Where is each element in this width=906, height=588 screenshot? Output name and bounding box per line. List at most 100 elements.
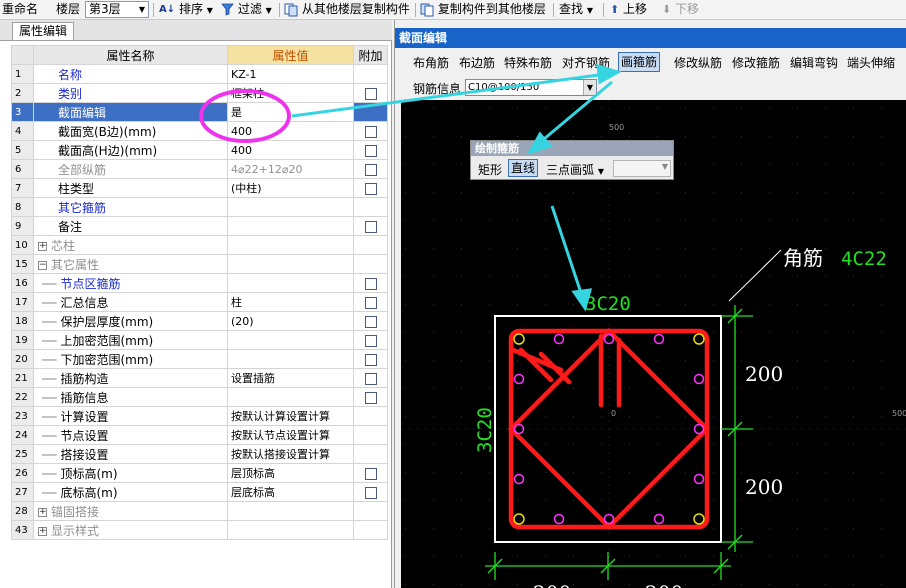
extra-checkbox[interactable]	[364, 486, 377, 499]
corner-bar[interactable]	[513, 513, 525, 525]
table-row[interactable]: 4 截面宽(B边)(mm) 400	[11, 121, 388, 141]
tool-end-extend[interactable]: 端头伸缩	[847, 54, 895, 71]
table-row[interactable]: 9 备注	[11, 216, 388, 236]
rebar-info-input[interactable]	[465, 79, 597, 96]
property-value[interactable]: 设置插筋	[227, 368, 354, 388]
table-row[interactable]: 25 ── 搭接设置 按默认搭接设置计算	[11, 444, 388, 464]
property-value[interactable]: 按默认计算设置计算	[227, 406, 354, 426]
property-value[interactable]	[227, 216, 354, 236]
collapse-icon[interactable]: −	[38, 260, 47, 270]
property-value[interactable]: (中柱)	[227, 178, 354, 198]
edge-bar[interactable]	[603, 513, 615, 525]
tool-edge-bar[interactable]: 布边筋	[459, 54, 495, 71]
property-value[interactable]	[227, 520, 354, 540]
expand-icon[interactable]: +	[38, 241, 47, 251]
tool-special-bar[interactable]: 特殊布筋	[504, 54, 552, 71]
table-row[interactable]: 1 名称 KZ-1	[11, 64, 388, 84]
table-row[interactable]: 21 ── 插筋构造 设置插筋	[11, 368, 388, 388]
table-row[interactable]: 20 ── 下加密范围(mm)	[11, 349, 388, 369]
extra-checkbox[interactable]	[364, 125, 377, 138]
extra-checkbox[interactable]	[364, 334, 377, 347]
extra-checkbox[interactable]	[364, 467, 377, 480]
table-row[interactable]: 10 + 芯柱	[11, 235, 388, 255]
chevron-down-icon[interactable]: ▼	[583, 80, 596, 95]
table-row[interactable]: 3 截面编辑 是	[11, 102, 388, 122]
filter-button[interactable]: 过滤 ▼	[221, 0, 272, 20]
edge-bar[interactable]	[513, 473, 525, 485]
table-row[interactable]: 24 ── 节点设置 按默认节点设置计算	[11, 425, 388, 445]
extra-checkbox[interactable]	[364, 182, 377, 195]
property-value[interactable]: 4⌀22+12⌀20	[227, 159, 354, 179]
table-row[interactable]: 43 + 显示样式	[11, 520, 388, 540]
property-value[interactable]	[227, 235, 354, 255]
table-row[interactable]: 6 全部纵筋 4⌀22+12⌀20	[11, 159, 388, 179]
table-row[interactable]: 26 ── 顶标高(m) 层顶标高	[11, 463, 388, 483]
property-value[interactable]	[227, 273, 354, 293]
table-row[interactable]: 19 ── 上加密范围(mm)	[11, 330, 388, 350]
tool-corner-bar[interactable]: 布角筋	[413, 54, 449, 71]
tool-edit-hook[interactable]: 编辑弯钩	[790, 54, 838, 71]
table-row[interactable]: 15− 其它属性	[11, 254, 388, 274]
extra-checkbox[interactable]	[364, 353, 377, 366]
tool-modify-long-bar[interactable]: 修改纵筋	[674, 54, 722, 71]
extra-checkbox[interactable]	[364, 144, 377, 157]
table-row[interactable]: 22 ── 插筋信息	[11, 387, 388, 407]
property-value[interactable]: 层顶标高	[227, 463, 354, 483]
edge-bar[interactable]	[693, 373, 705, 385]
expand-icon[interactable]: +	[38, 526, 47, 536]
extra-checkbox[interactable]	[364, 277, 377, 290]
corner-bar[interactable]	[693, 333, 705, 345]
property-value[interactable]	[227, 330, 354, 350]
floor-select[interactable]: 第3层 ▼	[85, 1, 149, 18]
property-value[interactable]	[227, 197, 354, 217]
table-row[interactable]: 16 ── 节点区箍筋	[11, 273, 388, 293]
property-value[interactable]	[227, 501, 354, 521]
property-value[interactable]: KZ-1	[227, 64, 354, 84]
extra-checkbox[interactable]	[364, 220, 377, 233]
property-value[interactable]: 是	[227, 102, 354, 122]
draw-rect-button[interactable]: 矩形	[478, 161, 502, 178]
corner-bar[interactable]	[513, 333, 525, 345]
property-value[interactable]: 400	[227, 140, 354, 160]
property-value[interactable]: (20)	[227, 311, 354, 331]
edge-bar[interactable]	[653, 513, 665, 525]
tool-align-bar[interactable]: 对齐钢筋	[562, 54, 610, 71]
tool-draw-stirrup[interactable]: 画箍筋	[618, 52, 661, 72]
table-row[interactable]: 7 柱类型 (中柱)	[11, 178, 388, 198]
edge-bar[interactable]	[693, 473, 705, 485]
property-value[interactable]: 框架柱	[227, 83, 354, 103]
edge-bar[interactable]	[603, 333, 615, 345]
rename-button[interactable]: 重命名	[2, 0, 38, 20]
move-up-button[interactable]: ⬆ 上移	[610, 0, 647, 20]
table-row[interactable]: 2 类别 框架柱	[11, 83, 388, 103]
expand-icon[interactable]: +	[38, 507, 47, 517]
edge-bar[interactable]	[553, 333, 565, 345]
move-down-button[interactable]: ⬇ 下移	[662, 0, 699, 20]
table-row[interactable]: 5 截面高(H边)(mm) 400	[11, 140, 388, 160]
edge-bar[interactable]	[653, 333, 665, 345]
find-button[interactable]: 查找 ▼	[559, 0, 593, 20]
table-row[interactable]: 18 ── 保护层厚度(mm) (20)	[11, 311, 388, 331]
extra-checkbox[interactable]	[364, 87, 377, 100]
extra-checkbox[interactable]	[364, 315, 377, 328]
property-value[interactable]: 按默认节点设置计算	[227, 425, 354, 445]
tool-modify-stirrup[interactable]: 修改箍筋	[732, 54, 780, 71]
copy-from-floor-button[interactable]: 从其他楼层复制构件	[284, 0, 410, 20]
edge-bar[interactable]	[513, 373, 525, 385]
property-value[interactable]: 400	[227, 121, 354, 141]
table-row[interactable]: 27 ── 底标高(m) 层底标高	[11, 482, 388, 502]
property-value[interactable]	[227, 254, 354, 274]
table-row[interactable]: 23 ── 计算设置 按默认计算设置计算	[11, 406, 388, 426]
table-row[interactable]: 28 + 锚固搭接	[11, 501, 388, 521]
property-value[interactable]: 柱	[227, 292, 354, 312]
property-value[interactable]	[227, 349, 354, 369]
table-row[interactable]: 8 其它箍筋	[11, 197, 388, 217]
sort-button[interactable]: A↓ 排序 ▼	[159, 0, 213, 20]
extra-checkbox[interactable]	[364, 372, 377, 385]
extra-checkbox[interactable]	[364, 296, 377, 309]
corner-bar[interactable]	[693, 513, 705, 525]
table-row[interactable]: 17 ── 汇总信息柱	[11, 292, 388, 312]
draw-option-select[interactable]: ▼	[613, 160, 671, 177]
tab-property-edit[interactable]: 属性编辑	[12, 22, 74, 40]
draw-line-button[interactable]: 直线	[508, 159, 539, 177]
